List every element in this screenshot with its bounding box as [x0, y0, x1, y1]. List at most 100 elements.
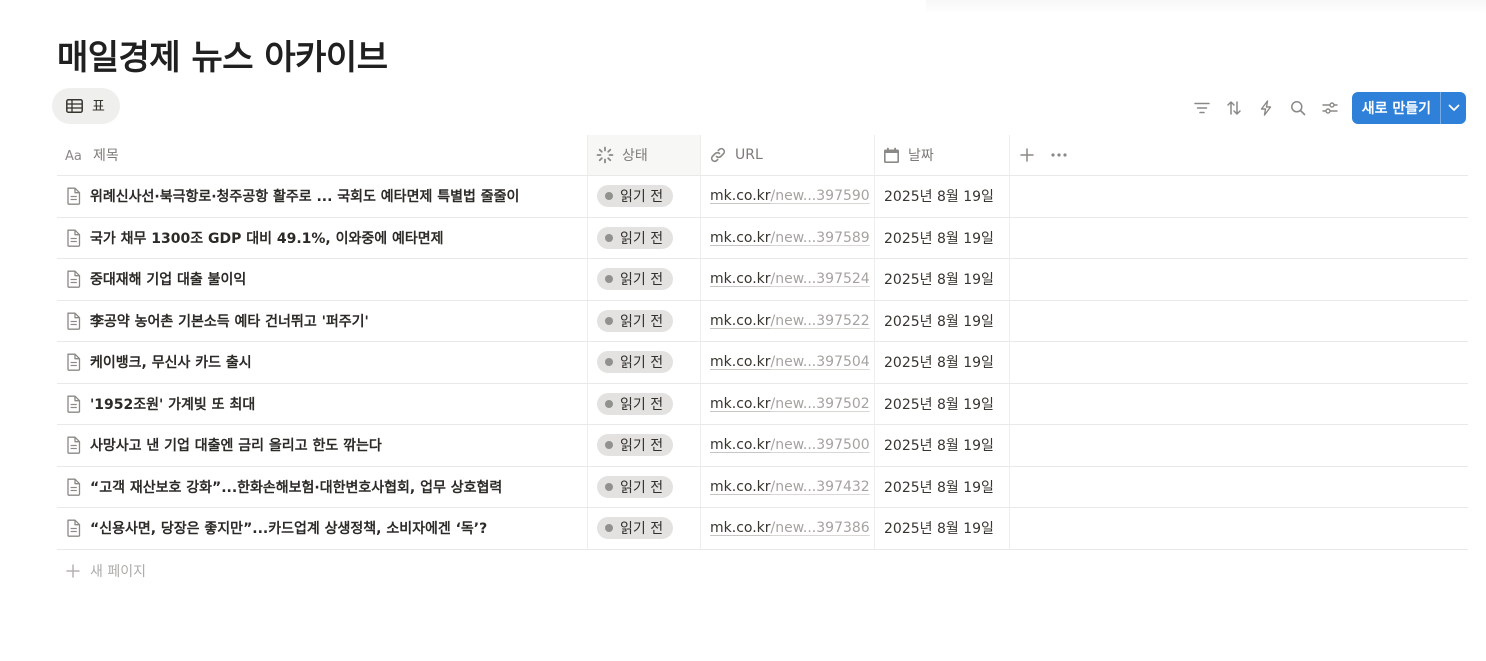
url-path[interactable]: /new...397589 [771, 230, 870, 246]
view-tab-table[interactable]: 표 [52, 88, 120, 124]
add-column-icon[interactable] [1020, 148, 1034, 162]
table-row[interactable]: “고객 재산보호 강화”...한화손해보험·대한변호사협회, 업무 상호협력 읽기… [57, 466, 1468, 508]
date-cell[interactable]: 2025년 8월 19일 [875, 176, 1010, 217]
title-cell[interactable]: 李공약 농어촌 기본소득 예타 건너뛰고 '퍼주기' [57, 300, 588, 341]
table-row[interactable]: 사망사고 낸 기업 대출엔 금리 올리고 한도 깎는다 읽기 전 mk.co.kr /… [57, 425, 1468, 467]
empty-cell [1010, 467, 1468, 508]
row-title[interactable]: 사망사고 낸 기업 대출엔 금리 올리고 한도 깎는다 [90, 435, 382, 455]
status-cell[interactable]: 읽기 전 [588, 342, 701, 383]
date-cell[interactable]: 2025년 8월 19일 [875, 508, 1010, 549]
url-path[interactable]: /new...397500 [771, 437, 870, 453]
url-cell[interactable]: mk.co.kr/new...397502 [701, 383, 875, 424]
title-cell[interactable]: “고객 재산보호 강화”...한화손해보험·대한변호사협회, 업무 상호협력 [57, 466, 588, 507]
url-path[interactable]: /new...397504 [771, 354, 870, 370]
date-cell[interactable]: 2025년 8월 19일 [875, 217, 1010, 258]
status-badge[interactable]: 읽기 전 [597, 268, 674, 291]
title-cell[interactable]: 중대재해 기업 대출 불이익 [57, 259, 588, 300]
url-cell[interactable]: mk.co.kr/new...397524 [701, 259, 875, 300]
status-cell[interactable]: 읽기 전 [588, 300, 701, 341]
title-cell[interactable]: 케이뱅크, 무신사 카드 출시 [57, 342, 588, 383]
new-button-main[interactable]: 새로 만들기 [1352, 92, 1440, 124]
title-cell[interactable]: “신용사면, 당장은 좋지만”...카드업계 상생정책, 소비자에겐 ‘독’? [57, 508, 588, 549]
status-cell[interactable]: 읽기 전 [588, 259, 701, 300]
title-cell[interactable]: 위례신사선·북극항로·청주공항 활주로 ... 국회도 예타면제 특별법 줄줄이 [57, 176, 588, 217]
url-host[interactable]: mk.co.kr [710, 313, 771, 329]
date-cell[interactable]: 2025년 8월 19일 [875, 383, 1010, 424]
search-button[interactable] [1282, 93, 1314, 123]
more-options-icon[interactable] [1050, 152, 1068, 158]
url-path[interactable]: /new...397502 [771, 396, 870, 412]
filter-button[interactable] [1186, 93, 1218, 123]
row-title[interactable]: 위례신사선·북극항로·청주공항 활주로 ... 국회도 예타면제 특별법 줄줄이 [90, 186, 519, 206]
status-cell[interactable]: 읽기 전 [588, 176, 701, 217]
url-host[interactable]: mk.co.kr [710, 354, 771, 370]
row-title[interactable]: 국가 채무 1300조 GDP 대비 49.1%, 이와중에 예타면제 [90, 228, 444, 248]
table-row[interactable]: '1952조원' 가계빚 또 최대 읽기 전 mk.co.kr/new...3975… [57, 383, 1468, 425]
url-cell[interactable]: mk.co.kr/new...397500 [701, 425, 875, 466]
column-header-date[interactable]: 날짜 [875, 135, 1010, 175]
url-host[interactable]: mk.co.kr [710, 520, 771, 536]
table-row[interactable]: 케이뱅크, 무신사 카드 출시 읽기 전 mk.co.kr/new...397504… [57, 342, 1468, 384]
date-cell[interactable]: 2025년 8월 19일 [875, 466, 1010, 507]
table-row[interactable]: “신용사면, 당장은 좋지만”...카드업계 상생정책, 소비자에겐 ‘독’? 읽… [57, 508, 1468, 550]
title-cell[interactable]: 사망사고 낸 기업 대출엔 금리 올리고 한도 깎는다 [57, 425, 588, 466]
status-icon [596, 146, 614, 164]
row-title[interactable]: “고객 재산보호 강화”...한화손해보험·대한변호사협회, 업무 상호협력 [90, 477, 502, 497]
url-path[interactable]: /new...397590 [771, 188, 870, 204]
row-title[interactable]: 중대재해 기업 대출 불이익 [90, 269, 246, 289]
column-header-status[interactable]: 상태 [588, 135, 701, 175]
status-cell[interactable]: 읽기 전 [588, 425, 701, 466]
column-label: 상태 [622, 148, 648, 164]
url-host[interactable]: mk.co.kr [710, 230, 771, 246]
row-title[interactable]: 케이뱅크, 무신사 카드 출시 [90, 352, 252, 372]
column-header-title[interactable]: Aa 제목 [57, 135, 588, 175]
url-cell[interactable]: mk.co.kr/new...397386 [701, 508, 875, 549]
table-row[interactable]: 위례신사선·북극항로·청주공항 활주로 ... 국회도 예타면제 특별법 줄줄이… [57, 176, 1468, 218]
url-cell[interactable]: mk.co.kr/new...397590 [701, 176, 875, 217]
status-badge[interactable]: 읽기 전 [597, 309, 674, 332]
automation-button[interactable] [1250, 93, 1282, 123]
url-path[interactable]: /new...397386 [771, 520, 870, 536]
status-badge[interactable]: 읽기 전 [597, 434, 674, 457]
date-cell[interactable]: 2025년 8월 19일 [875, 300, 1010, 341]
row-title[interactable]: 李공약 농어촌 기본소득 예타 건너뛰고 '퍼주기' [90, 311, 369, 331]
date-cell[interactable]: 2025년 8월 19일 [875, 425, 1010, 466]
title-cell[interactable]: 국가 채무 1300조 GDP 대비 49.1%, 이와중에 예타면제 [57, 217, 588, 258]
row-title[interactable]: '1952조원' 가계빚 또 최대 [90, 394, 255, 414]
sort-button[interactable] [1218, 93, 1250, 123]
url-cell[interactable]: mk.co.kr/new...397589 [701, 217, 875, 258]
new-button-dropdown[interactable] [1440, 92, 1466, 124]
title-cell[interactable]: '1952조원' 가계빚 또 최대 [57, 383, 588, 424]
url-cell[interactable]: mk.co.kr/new...397432 [701, 466, 875, 507]
status-badge[interactable]: 읽기 전 [597, 517, 674, 540]
page-title[interactable]: 매일경제 뉴스 아카이브 [57, 30, 388, 79]
status-badge[interactable]: 읽기 전 [597, 351, 674, 374]
settings-button[interactable] [1314, 93, 1346, 123]
date-cell[interactable]: 2025년 8월 19일 [875, 342, 1010, 383]
date-cell[interactable]: 2025년 8월 19일 [875, 259, 1010, 300]
column-header-url[interactable]: URL [701, 135, 875, 175]
table-row[interactable]: 李공약 농어촌 기본소득 예타 건너뛰고 '퍼주기' 읽기 전 mk.co.kr/n… [57, 300, 1468, 342]
url-path[interactable]: /new...397522 [771, 313, 870, 329]
url-host[interactable]: mk.co.kr [710, 396, 771, 412]
url-path[interactable]: /new...397524 [771, 271, 870, 287]
url-cell[interactable]: mk.co.kr/new...397504 [701, 342, 875, 383]
row-title[interactable]: “신용사면, 당장은 좋지만”...카드업계 상생정책, 소비자에겐 ‘독’? [90, 518, 487, 538]
status-cell[interactable]: 읽기 전 [588, 217, 701, 258]
url-host[interactable]: mk.co.kr [710, 271, 771, 287]
url-host[interactable]: mk.co.kr [710, 479, 771, 495]
add-new-page-button[interactable]: 새 페이지 [66, 561, 146, 581]
status-badge[interactable]: 읽기 전 [597, 185, 674, 208]
status-badge[interactable]: 읽기 전 [597, 475, 674, 498]
url-cell[interactable]: mk.co.kr/new...397522 [701, 300, 875, 341]
status-badge[interactable]: 읽기 전 [597, 392, 674, 415]
url-path[interactable]: /new...397432 [771, 479, 870, 495]
url-host[interactable]: mk.co.kr [710, 188, 771, 204]
table-row[interactable]: 국가 채무 1300조 GDP 대비 49.1%, 이와중에 예타면제 읽기 전 m… [57, 217, 1468, 259]
status-cell[interactable]: 읽기 전 [588, 508, 701, 549]
status-cell[interactable]: 읽기 전 [588, 466, 701, 507]
status-badge[interactable]: 읽기 전 [597, 226, 674, 249]
status-cell[interactable]: 읽기 전 [588, 383, 701, 424]
table-row[interactable]: 중대재해 기업 대출 불이익 읽기 전 mk.co.kr/new...397524 2… [57, 259, 1468, 301]
url-host[interactable]: mk.co.kr [710, 437, 771, 453]
